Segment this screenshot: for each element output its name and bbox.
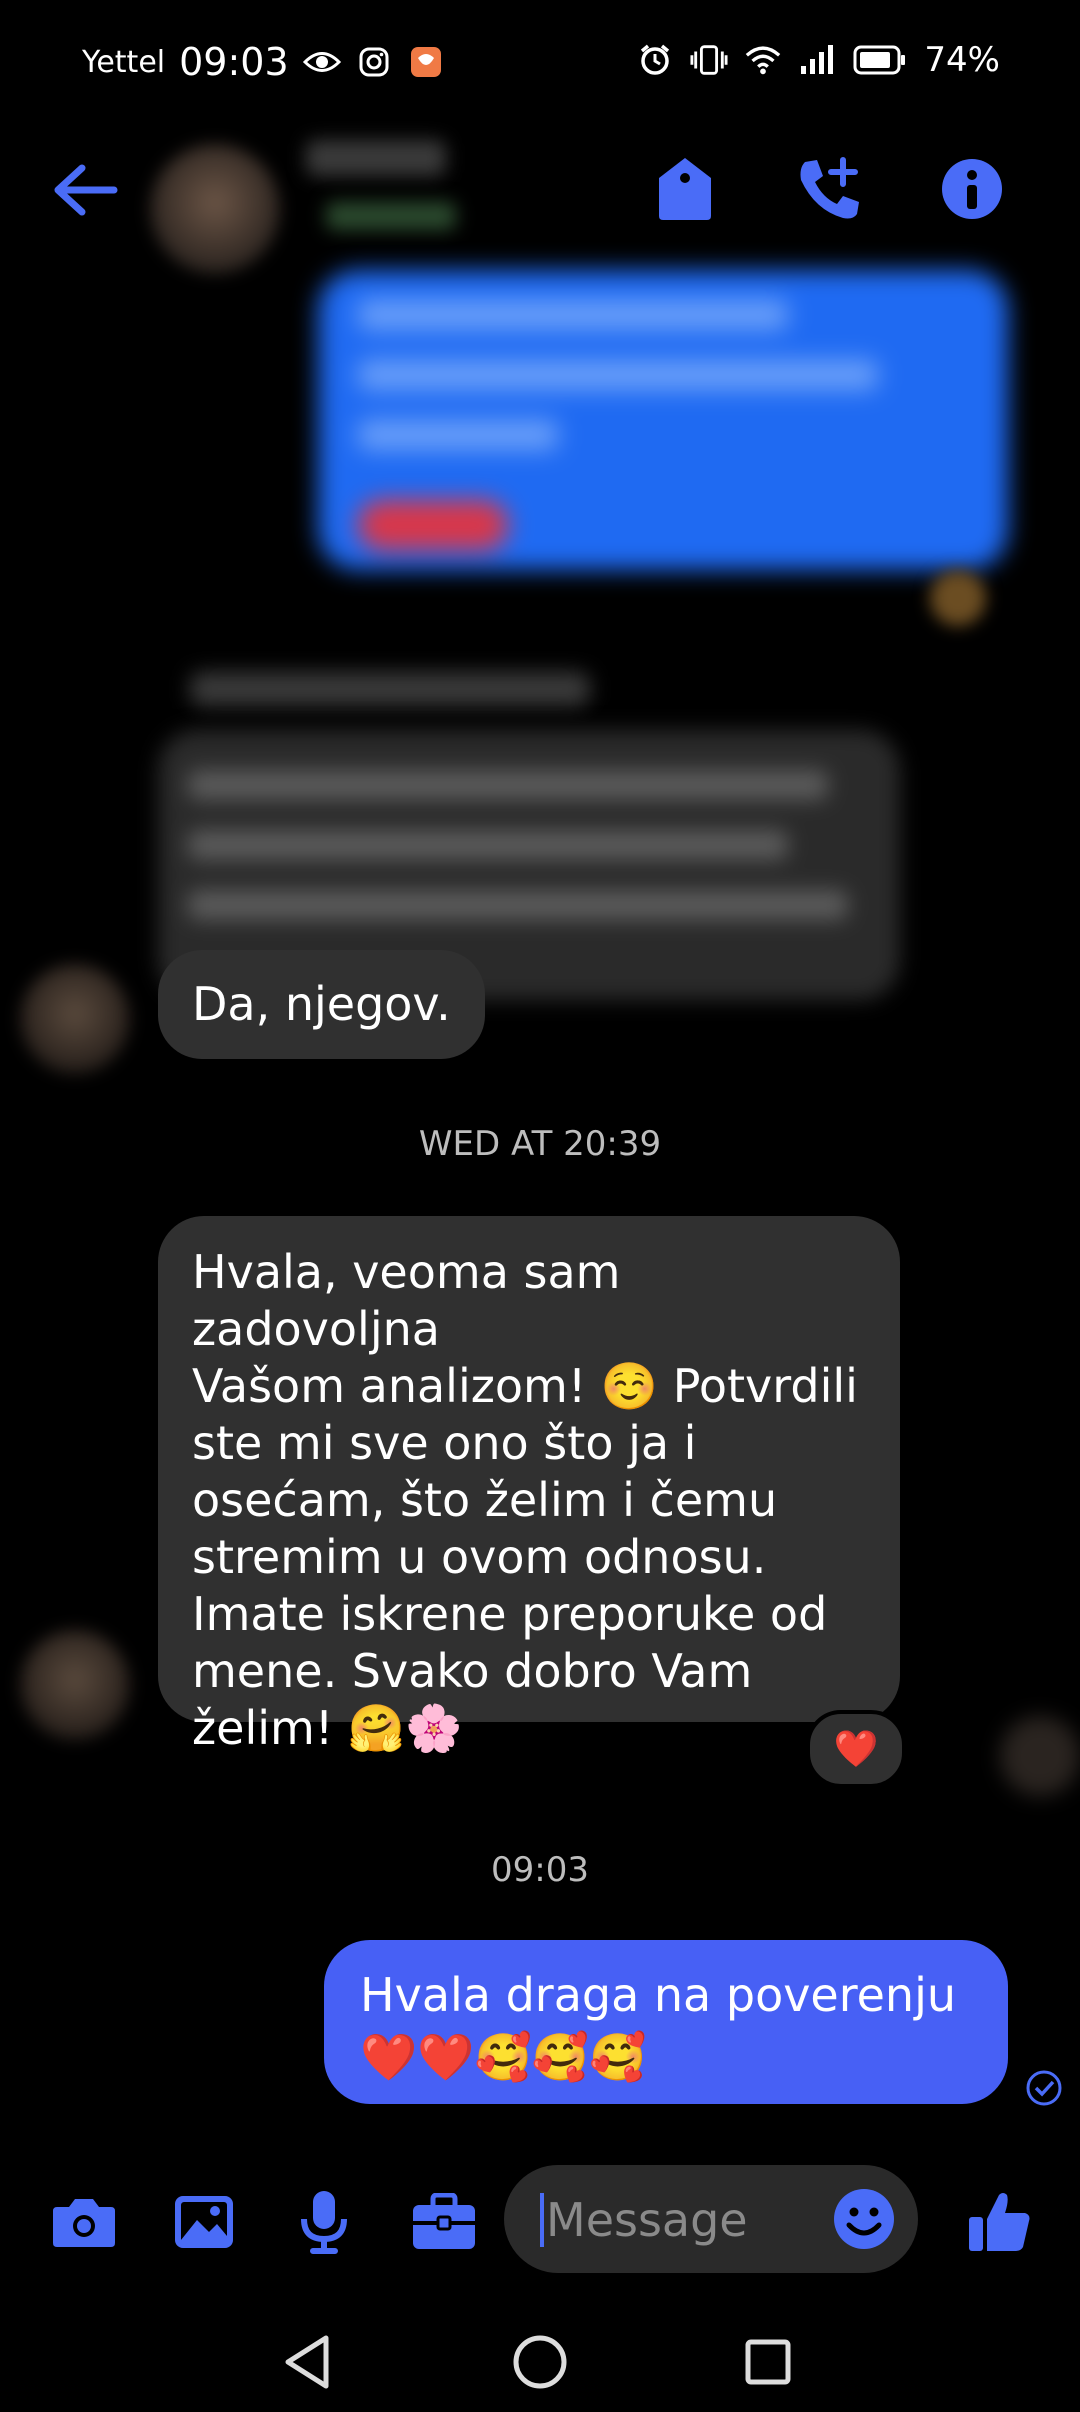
message-composer: Message	[0, 2160, 1080, 2280]
microphone-icon[interactable]	[288, 2186, 360, 2258]
contact-avatar[interactable]	[150, 144, 280, 274]
redacted-timestamp	[190, 672, 590, 706]
system-navigation-bar	[0, 2300, 1080, 2412]
message-line: mene. Svako dobro Vam	[192, 1644, 753, 1698]
info-icon[interactable]	[935, 152, 1009, 226]
message-line: želim! 🤗🌸	[192, 1701, 463, 1755]
message-line: Imate iskrene preporuke od	[192, 1587, 828, 1641]
tag-icon[interactable]	[648, 152, 722, 226]
timestamp-divider: 09:03	[491, 1850, 589, 1890]
sender-avatar[interactable]	[20, 1630, 130, 1740]
wifi-icon	[744, 41, 782, 79]
briefcase-icon[interactable]	[408, 2186, 480, 2258]
message-line: Hvala, veoma sam zadovoljna	[192, 1245, 621, 1356]
chat-header	[0, 130, 1080, 274]
eye-icon	[302, 43, 341, 81]
back-button[interactable]	[50, 160, 122, 220]
camera-icon[interactable]	[48, 2186, 120, 2258]
signal-icon	[798, 41, 836, 79]
reaction-emoji: ❤️	[833, 1729, 879, 1770]
message-line: ste mi sve ono što ja i	[192, 1416, 697, 1470]
alarm-icon	[636, 41, 674, 79]
emoji-icon[interactable]	[832, 2187, 896, 2251]
message-placeholder: Message	[546, 2193, 748, 2247]
message-line: Vašom analizom! ☺️ Potvrdili	[192, 1359, 858, 1413]
text-caret	[540, 2193, 544, 2247]
instagram-icon	[355, 43, 393, 81]
add-call-icon[interactable]	[792, 152, 866, 226]
carrier-label: Yettel	[82, 44, 166, 80]
message-text: Hvala draga na poverenju	[360, 1968, 957, 2022]
message-line: stremim u ovom odnosu.	[192, 1530, 767, 1584]
redacted-seen-avatar	[1000, 1716, 1080, 1796]
message-line: osećam, što želim i čemu	[192, 1473, 778, 1527]
nav-recents-icon[interactable]	[736, 2330, 800, 2394]
heart-reaction[interactable]: ❤️	[806, 1710, 906, 1788]
outgoing-message[interactable]: Hvala draga na poverenju ❤️❤️🥰🥰🥰	[324, 1940, 1008, 2104]
sender-avatar[interactable]	[20, 964, 130, 1074]
seen-check-icon	[1024, 2068, 1064, 2108]
status-time: 09:03	[179, 40, 289, 84]
redacted-outgoing-message	[318, 270, 1008, 570]
contact-status-redacted	[326, 202, 456, 230]
battery-percent: 74%	[924, 40, 1000, 80]
message-text: Da, njegov.	[192, 977, 451, 1031]
status-bar: Yettel 09:03 74%	[0, 0, 1080, 120]
timestamp-divider: WED AT 20:39	[418, 1124, 662, 1164]
message-emojis: ❤️❤️🥰🥰🥰	[360, 2030, 647, 2084]
nav-back-icon[interactable]	[276, 2330, 340, 2394]
shield-app-icon	[407, 43, 445, 81]
thumbs-up-icon[interactable]	[964, 2186, 1036, 2258]
incoming-message[interactable]: Hvala, veoma sam zadovoljna Vašom analiz…	[158, 1216, 900, 1755]
nav-home-icon[interactable]	[508, 2330, 572, 2394]
incoming-message[interactable]: Da, njegov.	[158, 950, 485, 1059]
message-input[interactable]: Message	[504, 2165, 918, 2273]
contact-name-redacted[interactable]	[306, 140, 446, 176]
vibrate-icon	[690, 41, 728, 79]
battery-icon	[852, 41, 908, 79]
gallery-icon[interactable]	[168, 2186, 240, 2258]
redacted-reaction	[930, 570, 986, 626]
